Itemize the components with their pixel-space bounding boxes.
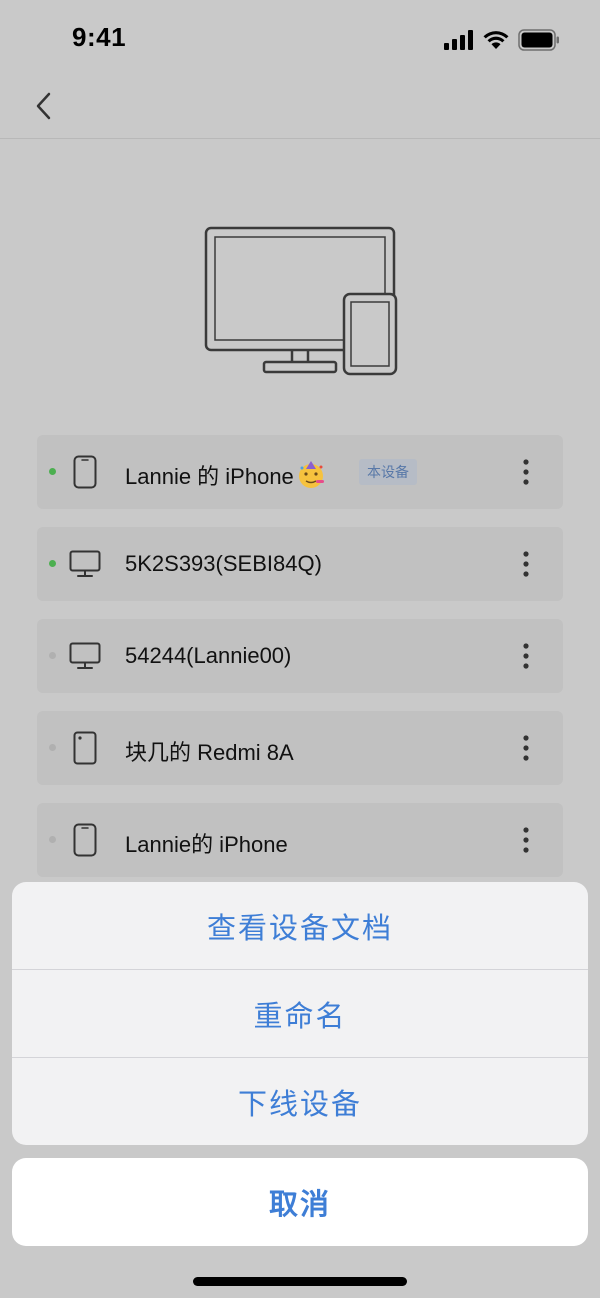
device-row[interactable]: 块几的 Redmi 8A: [37, 711, 563, 785]
device-row[interactable]: Lannie 的 iPhone 本设备: [37, 435, 563, 509]
phone-icon: [67, 822, 103, 858]
desktop-icon: [67, 638, 103, 674]
status-time: 9:41: [72, 22, 127, 52]
wifi-icon: [483, 31, 509, 49]
chevron-left-icon: [36, 92, 51, 120]
more-options-button[interactable]: [511, 547, 541, 581]
device-name: 块几的 Redmi 8A: [125, 740, 294, 765]
device-name: Lannie的 iPhone: [125, 832, 288, 857]
more-vertical-icon: [523, 551, 529, 577]
nav-bar: [0, 80, 600, 139]
take-device-offline-button[interactable]: 下线设备: [12, 1058, 588, 1145]
online-status-dot: [49, 560, 56, 567]
device-row[interactable]: 54244(Lannie00): [37, 619, 563, 693]
offline-status-dot: [49, 652, 56, 659]
device-name: 54244(Lannie00): [125, 643, 292, 668]
more-vertical-icon: [523, 827, 529, 853]
online-status-dot: [49, 468, 56, 475]
device-list: Lannie 的 iPhone 本设备 5K2S393(SEBI84Q) 542…: [37, 435, 563, 895]
status-bar: 9:41: [0, 0, 600, 80]
more-options-button[interactable]: [511, 823, 541, 857]
cellular-signal-icon: [444, 30, 473, 50]
device-row[interactable]: Lannie的 iPhone: [37, 803, 563, 877]
offline-status-dot: [49, 836, 56, 843]
rename-button[interactable]: 重命名: [12, 970, 588, 1057]
more-options-button[interactable]: [511, 731, 541, 765]
offline-status-dot: [49, 744, 56, 751]
more-vertical-icon: [523, 735, 529, 761]
this-device-badge: 本设备: [359, 459, 417, 485]
device-name: 5K2S393(SEBI84Q): [125, 551, 322, 576]
more-vertical-icon: [523, 459, 529, 485]
device-name-text: Lannie 的 iPhone: [125, 464, 294, 489]
phone-icon: [67, 454, 103, 490]
device-name: Lannie 的 iPhone: [125, 459, 326, 491]
more-options-button[interactable]: [511, 639, 541, 673]
cancel-button[interactable]: 取消: [12, 1158, 588, 1246]
android-phone-icon: [67, 730, 103, 766]
device-row[interactable]: 5K2S393(SEBI84Q): [37, 527, 563, 601]
action-sheet: 查看设备文档 重命名 下线设备: [12, 882, 588, 1145]
view-device-docs-button[interactable]: 查看设备文档: [12, 882, 588, 969]
home-indicator: [193, 1277, 407, 1286]
party-face-emoji: [298, 461, 324, 488]
back-button[interactable]: [26, 88, 62, 124]
more-vertical-icon: [523, 643, 529, 669]
status-icons: [444, 28, 560, 52]
desktop-icon: [67, 546, 103, 582]
more-options-button[interactable]: [511, 455, 541, 489]
battery-icon: [518, 29, 559, 51]
monitor-and-phone-icon: [200, 222, 400, 382]
